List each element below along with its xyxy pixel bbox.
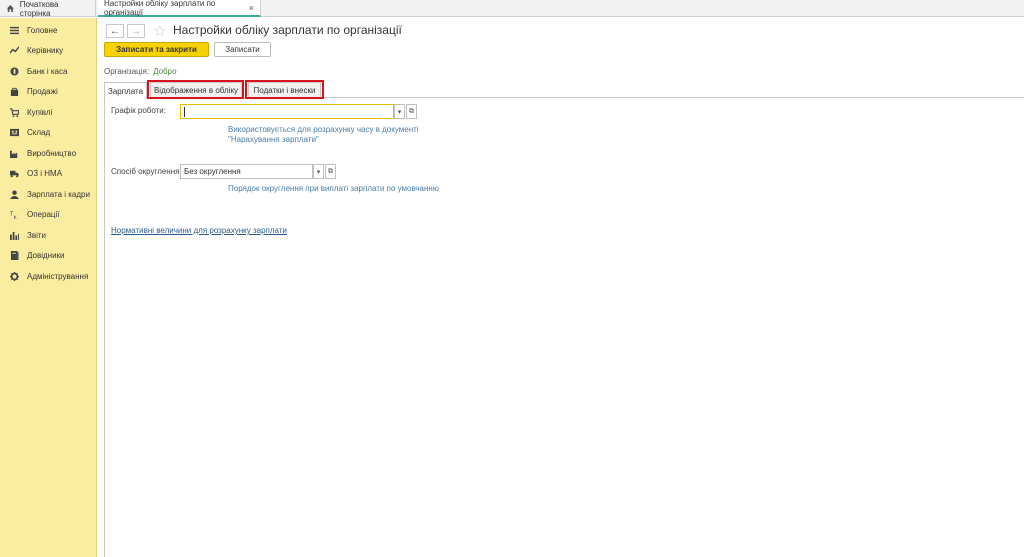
rounding-value: Без округлення (184, 167, 241, 176)
top-tab-bar: Початкова сторінка Настройки обліку зарп… (0, 0, 1024, 18)
sidebar-item-warehouse[interactable]: Склад (0, 122, 97, 142)
sidebar-item-reports[interactable]: Звіти (0, 225, 97, 245)
rounding-dropdown-button[interactable]: ▾ (313, 164, 324, 179)
sidebar-item-label: Банк і каса (27, 66, 68, 76)
tab-salary[interactable]: Зарплата (104, 82, 147, 99)
sidebar-item-label: Купівлі (27, 107, 53, 117)
arrow-left-icon: ← (110, 25, 120, 37)
sidebar-item-bank[interactable]: Банк і каса (0, 61, 97, 81)
back-button[interactable]: ← (106, 24, 124, 38)
sidebar-item-label: Операції (27, 209, 60, 219)
salary-tab-panel: Графік роботи: ▾ ⧉ Використовується для … (104, 98, 1024, 557)
tab-payroll-settings[interactable]: Настройки обліку зарплати по організації… (98, 0, 261, 17)
highlight-box (245, 80, 324, 99)
organization-row: Організація: Добро (104, 67, 177, 76)
sidebar-item-label: Адміністрування (27, 271, 89, 281)
sidebar-item-payroll[interactable]: Зарплата і кадри (0, 184, 97, 204)
sidebar-item-label: Склад (27, 127, 51, 137)
rounding-input[interactable]: Без округлення (180, 164, 313, 179)
chart-icon (10, 231, 19, 240)
sidebar-item-manager[interactable]: Керівнику (0, 40, 97, 60)
cart-icon (10, 107, 19, 117)
svg-text:K: K (14, 215, 18, 219)
sidebar-item-references[interactable]: Довідники (0, 245, 97, 265)
sidebar-item-operations[interactable]: TK Операції (0, 204, 97, 224)
rounding-hint: Порядок округлення при виплаті зарплати … (228, 184, 439, 193)
save-button[interactable]: Записати (214, 42, 271, 57)
sidebar: Головне Керівнику Банк і каса Продажі Ку… (0, 18, 97, 557)
factory-icon (10, 149, 19, 158)
warehouse-icon (10, 128, 19, 137)
form-tabs: Зарплата Відображення в обліку Податки і… (104, 80, 1024, 99)
arrow-right-icon: → (131, 25, 141, 37)
person-icon (10, 189, 19, 199)
bag-icon (10, 87, 19, 96)
sidebar-item-label: Продажі (27, 86, 58, 96)
sidebar-item-sales[interactable]: Продажі (0, 81, 97, 101)
menu-icon (10, 26, 19, 35)
sidebar-item-production[interactable]: Виробництво (0, 143, 97, 163)
schedule-hint: Використовується для розрахунку часу в д… (228, 125, 419, 145)
text-cursor (184, 106, 185, 117)
main-content: ← → ☆ Настройки обліку зарплати по орган… (98, 18, 1024, 557)
chevron-down-icon: ▾ (397, 108, 402, 116)
sidebar-item-main[interactable]: Головне (0, 20, 97, 40)
trend-icon (10, 45, 19, 55)
open-link-icon: ⧉ (409, 107, 414, 115)
tab-home-label: Початкова сторінка (19, 0, 59, 18)
favorite-star-icon[interactable]: ☆ (153, 22, 166, 40)
rounding-label: Спосіб округлення: (111, 167, 182, 176)
sidebar-item-label: Виробництво (27, 148, 77, 158)
tab-payroll-settings-label: Настройки обліку зарплати по організації (104, 0, 216, 17)
open-link-icon: ⧉ (328, 167, 333, 175)
page-title: Настройки обліку зарплати по організації (173, 23, 402, 37)
close-icon[interactable]: × (249, 3, 254, 13)
normative-values-link[interactable]: Нормативні величини для розрахунку зарпл… (111, 226, 287, 235)
book-icon (10, 250, 19, 260)
sidebar-item-label: Довідники (27, 250, 65, 260)
schedule-hint-line: Використовується для розрахунку часу в д… (228, 125, 419, 134)
highlight-box (147, 80, 244, 99)
gear-icon (10, 271, 19, 281)
coin-icon (10, 66, 19, 76)
sidebar-item-fixed-assets[interactable]: ОЗ і НМА (0, 163, 97, 183)
schedule-input[interactable] (180, 104, 394, 119)
forward-button[interactable]: → (127, 24, 145, 38)
tab-home[interactable]: Початкова сторінка (0, 0, 96, 18)
sidebar-item-purchases[interactable]: Купівлі (0, 102, 97, 122)
save-and-close-button[interactable]: Записати та закрити (104, 42, 209, 57)
organization-label: Організація: (104, 67, 150, 76)
rounding-open-button[interactable]: ⧉ (325, 164, 336, 179)
chevron-down-icon: ▾ (316, 168, 321, 176)
sidebar-item-label: Звіти (27, 230, 46, 240)
organization-link[interactable]: Добро (153, 67, 176, 76)
sidebar-item-administration[interactable]: Адміністрування (0, 266, 97, 286)
sidebar-item-label: Керівнику (27, 45, 64, 55)
sidebar-item-label: ОЗ і НМА (27, 168, 63, 178)
schedule-open-button[interactable]: ⧉ (406, 104, 417, 119)
operations-icon: TK (10, 210, 19, 219)
truck-icon (10, 169, 19, 178)
sidebar-item-label: Головне (27, 25, 58, 35)
schedule-label: Графік роботи: (111, 106, 166, 115)
home-icon (6, 5, 14, 12)
schedule-dropdown-button[interactable]: ▾ (394, 104, 405, 119)
schedule-hint-line: "Нарахування зарплати" (228, 135, 319, 144)
sidebar-item-label: Зарплата і кадри (27, 189, 90, 199)
